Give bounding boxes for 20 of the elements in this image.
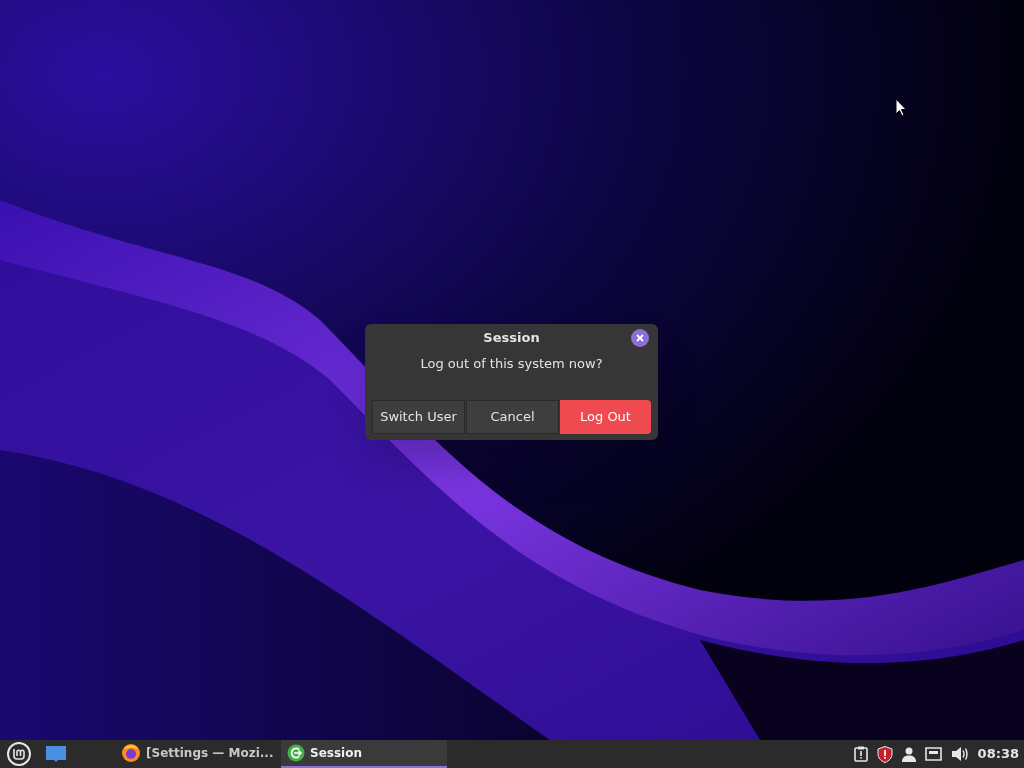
dialog-button[interactable]: Cancel bbox=[466, 399, 559, 434]
shield-icon bbox=[876, 745, 893, 763]
dialog-button[interactable]: Switch User bbox=[372, 399, 465, 434]
close-icon bbox=[636, 334, 644, 342]
user-icon bbox=[901, 746, 916, 762]
logout-button[interactable]: Log Out bbox=[560, 399, 651, 434]
taskbar-window-button[interactable]: Session bbox=[281, 740, 447, 768]
clipboard-icon bbox=[853, 746, 868, 762]
logout-icon bbox=[287, 744, 305, 762]
dialog-message: Log out of this system now? bbox=[420, 355, 603, 373]
taskbar-window-button[interactable]: [Settings — Mozi... bbox=[115, 740, 281, 768]
clock[interactable]: 08:38 bbox=[977, 744, 1019, 764]
show-desktop-icon[interactable] bbox=[45, 745, 67, 763]
mouse-pointer-icon bbox=[895, 98, 907, 117]
menu-icon[interactable] bbox=[5, 740, 32, 768]
dialog-title: Session bbox=[483, 329, 540, 348]
volume-icon bbox=[950, 746, 969, 762]
close-button[interactable] bbox=[631, 329, 649, 347]
browser-icon bbox=[121, 743, 141, 763]
network-icon bbox=[924, 747, 942, 761]
